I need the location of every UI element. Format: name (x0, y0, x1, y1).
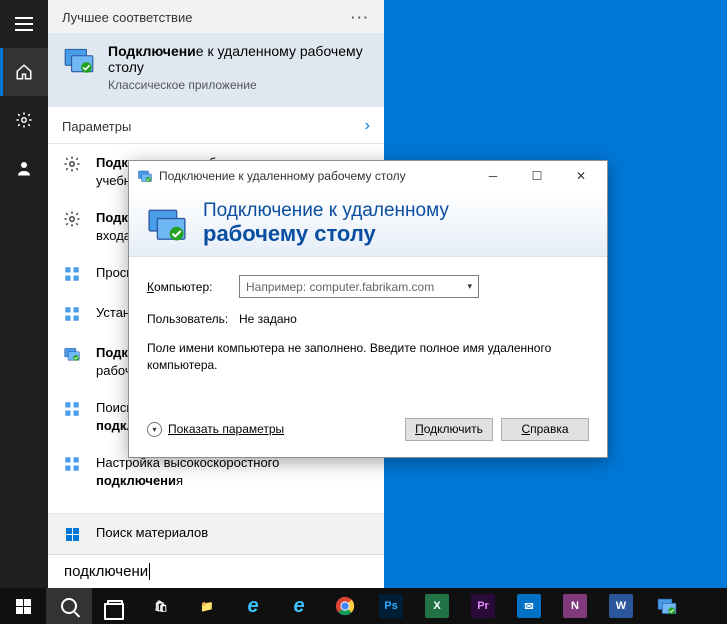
search-query: подключени (64, 563, 150, 580)
dialog-footer: ▾ Показать параметры Подключить Справка (129, 410, 607, 457)
dialog-header-text: Подключение к удаленному рабочему столу (203, 201, 449, 246)
computer-placeholder: Например: computer.fabrikam.com (246, 280, 434, 294)
rail-people[interactable] (0, 144, 48, 192)
taskbar-app-explorer[interactable]: 📁 (184, 588, 230, 624)
web-result[interactable]: Поиск материалов (48, 513, 384, 554)
dialog-body: Компьютер: Например: computer.fabrikam.c… (129, 257, 607, 410)
taskbar-app-rdp[interactable] (644, 588, 690, 624)
gear-icon (62, 209, 82, 229)
dialog-header: Подключение к удаленному рабочему столу (129, 191, 607, 257)
taskbar-app-mail[interactable]: ✉ (506, 588, 552, 624)
taskbar-app-store[interactable]: 🛍 (138, 588, 184, 624)
net-icon (62, 304, 82, 324)
web-result-text: Поиск материалов (96, 524, 208, 542)
taskbar-app-ie[interactable]: e (276, 588, 322, 624)
chevron-right-icon[interactable]: › (365, 117, 370, 135)
rail-home[interactable] (0, 48, 48, 96)
hamburger-menu[interactable] (0, 0, 48, 48)
task-view-icon (107, 600, 123, 613)
maximize-button[interactable]: ☐ (515, 162, 559, 190)
home-icon (15, 63, 33, 81)
hamburger-icon (15, 17, 33, 31)
rdp-icon (656, 595, 678, 617)
start-button[interactable] (0, 588, 46, 624)
taskbar-app-chrome[interactable] (322, 588, 368, 624)
search-button[interactable] (46, 588, 92, 624)
pr-icon: Pr (471, 594, 495, 618)
dialog-hint: Поле имени компьютера не заполнено. Введ… (147, 340, 589, 374)
rdp-titlebar-icon (137, 168, 153, 184)
search-input[interactable]: подключени (48, 554, 384, 588)
excel-icon: X (425, 594, 449, 618)
params-header: Параметры › (48, 106, 384, 144)
chrome-icon (334, 595, 356, 617)
taskbar-app-word[interactable]: W (598, 588, 644, 624)
start-rail (0, 0, 48, 588)
edge-icon: e (247, 595, 258, 618)
explorer-icon: 📁 (195, 594, 219, 618)
windows-logo-icon (16, 599, 31, 614)
ie-icon: e (293, 595, 304, 618)
best-match-header: Лучшее соответствие ··· (48, 0, 384, 33)
rdp-icon (62, 344, 82, 364)
rdp-dialog: Подключение к удаленному рабочему столу … (128, 160, 608, 458)
rdp-app-icon (62, 43, 96, 77)
help-button[interactable]: Справка (501, 418, 589, 441)
onenote-icon: N (563, 594, 587, 618)
windows-icon (62, 524, 82, 544)
user-label: Пользователь: (147, 312, 227, 326)
result-text: Настройка высокоскоростного подключения (96, 454, 370, 489)
dialog-titlebar: Подключение к удаленному рабочему столу … (129, 161, 607, 191)
best-match-subtitle: Классическое приложение (108, 78, 370, 92)
taskbar-app-ps[interactable]: Ps (368, 588, 414, 624)
chevron-down-icon: ▾ (467, 281, 472, 292)
rail-settings[interactable] (0, 96, 48, 144)
rdp-header-icon (145, 202, 189, 246)
gear-icon (62, 154, 82, 174)
taskbar-app-excel[interactable]: X (414, 588, 460, 624)
word-icon: W (609, 594, 633, 618)
more-icon[interactable]: ··· (351, 10, 370, 25)
net-icon (62, 454, 82, 474)
params-label: Параметры (62, 119, 131, 134)
show-params-text: Показать параметры (168, 422, 284, 436)
minimize-button[interactable]: ─ (471, 162, 515, 190)
taskbar-app-onenote[interactable]: N (552, 588, 598, 624)
net-icon (62, 399, 82, 419)
gear-icon (15, 111, 33, 129)
mail-icon: ✉ (517, 594, 541, 618)
ps-icon: Ps (379, 594, 403, 618)
net-icon (62, 264, 82, 284)
best-match-label: Лучшее соответствие (62, 10, 192, 25)
show-params-link[interactable]: ▾ Показать параметры (147, 422, 397, 437)
computer-label: Компьютер: (147, 280, 227, 294)
search-icon (61, 598, 77, 614)
expand-icon: ▾ (147, 422, 162, 437)
user-value: Не задано (239, 312, 297, 326)
best-match-item[interactable]: Подключение к удаленному рабочему столу … (48, 33, 384, 106)
task-view-button[interactable] (92, 588, 138, 624)
taskbar-app-edge[interactable]: e (230, 588, 276, 624)
taskbar: 🛍 📁 e e Ps X Pr ✉ NW (0, 588, 727, 624)
connect-button[interactable]: Подключить (405, 418, 493, 441)
store-icon: 🛍 (149, 594, 173, 618)
dialog-title: Подключение к удаленному рабочему столу (159, 169, 471, 183)
person-icon (15, 159, 33, 177)
computer-combo[interactable]: Например: computer.fabrikam.com ▾ (239, 275, 479, 298)
close-button[interactable]: ✕ (559, 162, 603, 190)
taskbar-app-pr[interactable]: Pr (460, 588, 506, 624)
best-match-title: Подключение к удаленному рабочему столу (108, 43, 370, 75)
